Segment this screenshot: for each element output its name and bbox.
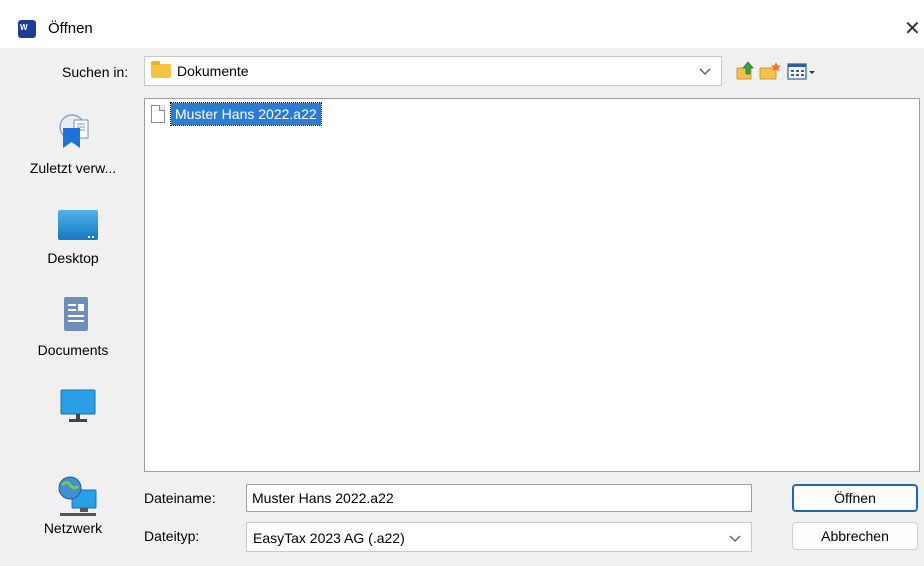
documents-icon: [62, 296, 90, 335]
file-icon: [151, 105, 165, 123]
place-network[interactable]: Netzwerk: [18, 476, 128, 566]
filetype-combo[interactable]: EasyTax 2023 AG (.a22): [246, 522, 752, 552]
new-folder-icon[interactable]: [758, 60, 781, 82]
place-this-pc[interactable]: [18, 388, 128, 478]
file-list[interactable]: Muster Hans 2022.a22: [144, 98, 920, 472]
network-icon: [56, 476, 100, 521]
up-folder-icon[interactable]: [734, 60, 756, 82]
title-bar: W Öffnen ✕: [0, 0, 924, 48]
place-documents[interactable]: Documents: [18, 296, 128, 386]
folder-icon: [151, 61, 171, 78]
place-recent[interactable]: Zuletzt verw...: [18, 114, 128, 204]
app-icon: W: [18, 20, 36, 38]
window-title: Öffnen: [48, 20, 93, 37]
lookin-label: Suchen in:: [62, 64, 129, 80]
place-desktop[interactable]: Desktop: [18, 208, 128, 298]
places-bar: Zuletzt verw... Desktop Documents Netzwe…: [18, 96, 128, 550]
place-label: Zuletzt verw...: [29, 160, 117, 176]
filename-field[interactable]: [246, 484, 752, 512]
place-label: Desktop: [47, 250, 99, 266]
filetype-label: Dateityp:: [144, 528, 200, 544]
desktop-icon: [56, 208, 100, 245]
place-label: Netzwerk: [43, 520, 103, 536]
lookin-combo[interactable]: Dokumente: [144, 56, 722, 86]
lookin-value: Dokumente: [177, 63, 249, 79]
open-button[interactable]: Öffnen: [792, 484, 918, 512]
chevron-down-icon: [699, 61, 711, 84]
place-label: Documents: [37, 342, 109, 358]
recent-icon: [58, 114, 92, 153]
this-pc-icon: [58, 388, 98, 427]
file-name: Muster Hans 2022.a22: [170, 102, 322, 126]
filetype-value: EasyTax 2023 AG (.a22): [253, 530, 405, 546]
filename-label: Dateiname:: [144, 490, 216, 506]
chevron-down-icon: [729, 528, 741, 551]
close-button[interactable]: ✕: [904, 16, 924, 42]
view-menu-icon[interactable]: [786, 60, 820, 82]
cancel-button[interactable]: Abbrechen: [792, 522, 918, 550]
